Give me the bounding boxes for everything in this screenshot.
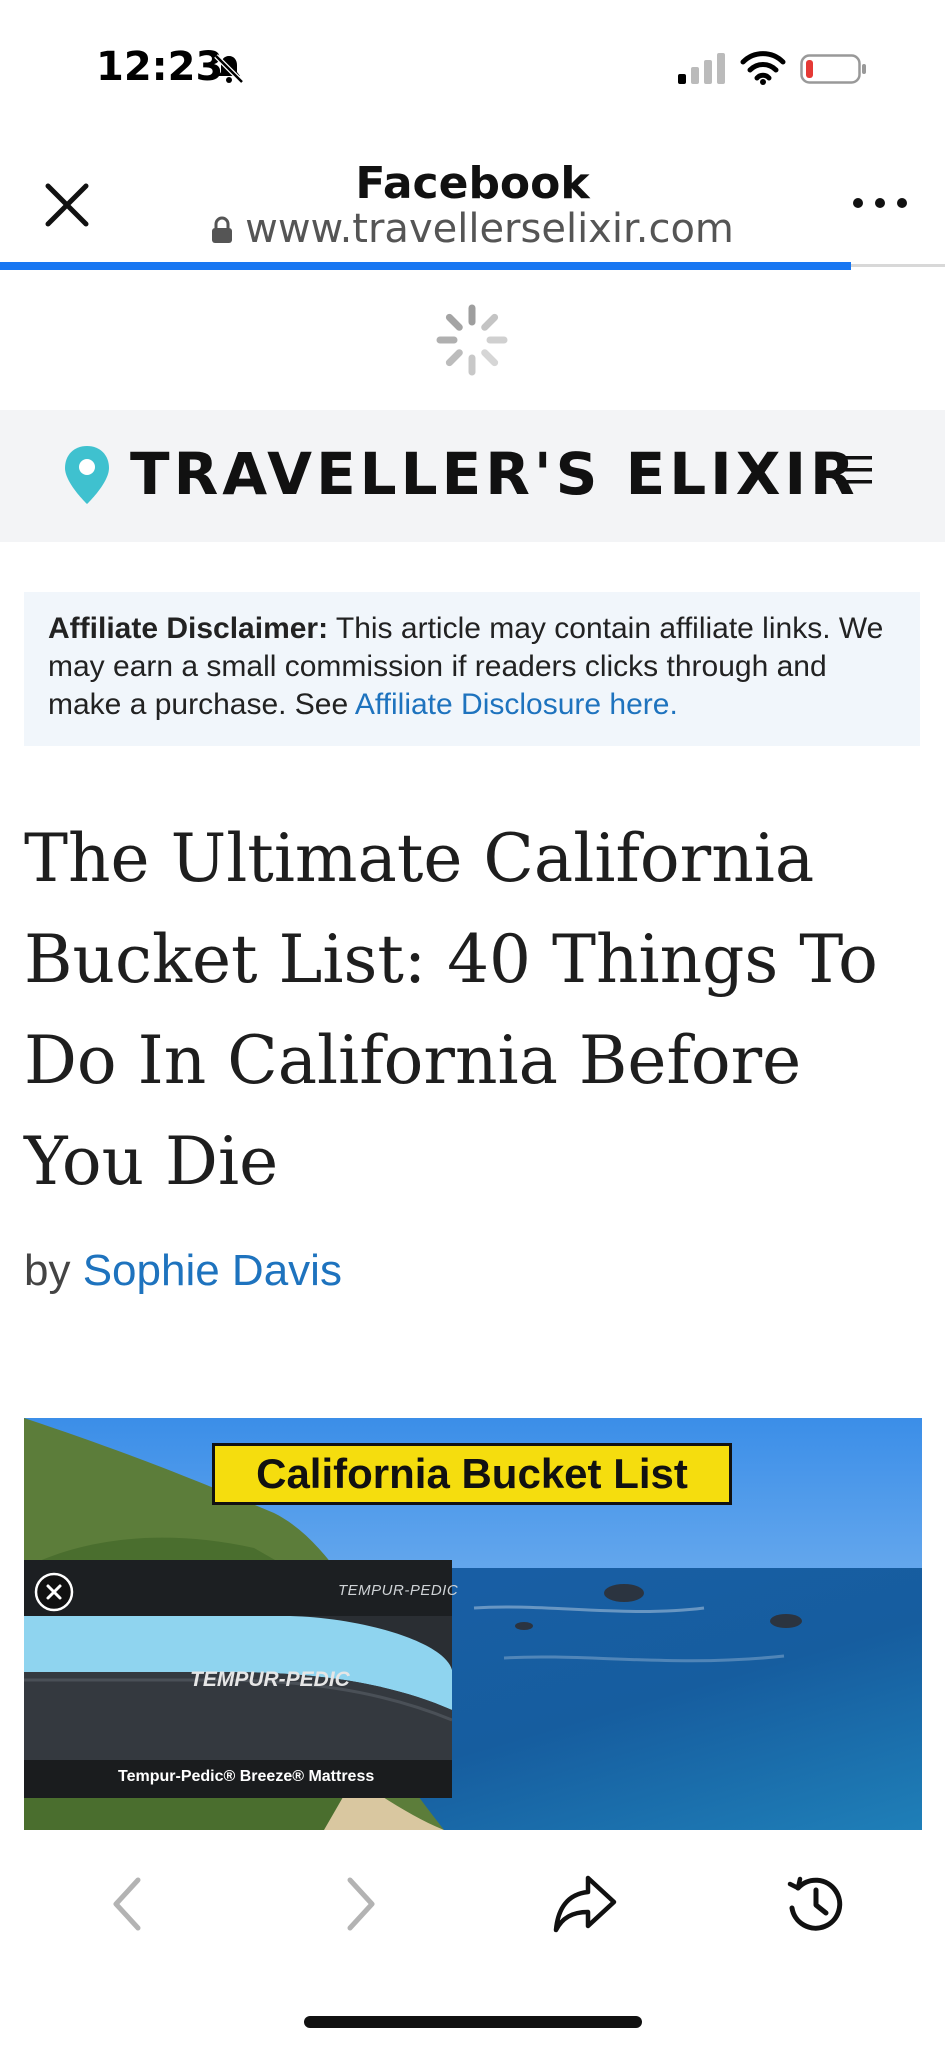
- status-time: 12:23: [96, 44, 224, 90]
- forward-chevron-icon[interactable]: [340, 1874, 380, 1934]
- ad-brand: TEMPUR-PEDIC: [338, 1582, 459, 1599]
- ad-logo: TEMPUR-PEDIC: [190, 1668, 350, 1691]
- site-logo[interactable]: TRAVELLER'S ELIXIR: [130, 440, 859, 508]
- byline-prefix: by: [24, 1246, 83, 1295]
- affiliate-disclaimer: Affiliate Disclaimer: This article may c…: [24, 592, 920, 746]
- hero-banner: California Bucket List: [212, 1443, 732, 1505]
- browser-url-text: www.travellerselixir.com: [245, 206, 734, 252]
- disclaimer-label: Affiliate Disclaimer:: [48, 612, 329, 645]
- wifi-icon: [740, 51, 786, 85]
- hamburger-menu-icon[interactable]: [832, 450, 876, 490]
- back-chevron-icon[interactable]: [108, 1874, 148, 1934]
- history-icon[interactable]: [786, 1874, 846, 1934]
- browser-title: Facebook: [355, 158, 590, 209]
- article-byline: by Sophie Davis: [24, 1246, 342, 1296]
- article-title: The Ultimate California Bucket List: 40 …: [24, 820, 878, 1200]
- home-indicator[interactable]: [304, 2016, 642, 2028]
- browser-url[interactable]: www.travellerselixir.com: [0, 206, 945, 252]
- location-pin-icon: [65, 446, 109, 504]
- affiliate-disclosure-link[interactable]: Affiliate Disclosure here.: [355, 688, 678, 721]
- load-progress-bar: [0, 262, 851, 270]
- share-icon[interactable]: [552, 1872, 618, 1934]
- battery-low-icon: [800, 54, 866, 84]
- ad-caption: Tempur-Pedic® Breeze® Mattress: [118, 1768, 375, 1785]
- more-icon[interactable]: [848, 186, 912, 220]
- lock-icon: [212, 216, 233, 243]
- ad-close-icon[interactable]: [34, 1572, 74, 1612]
- bell-slash-icon: [214, 54, 244, 84]
- cellular-signal-icon: [678, 53, 725, 84]
- spinner-icon: [436, 304, 508, 376]
- author-link[interactable]: Sophie Davis: [83, 1246, 342, 1295]
